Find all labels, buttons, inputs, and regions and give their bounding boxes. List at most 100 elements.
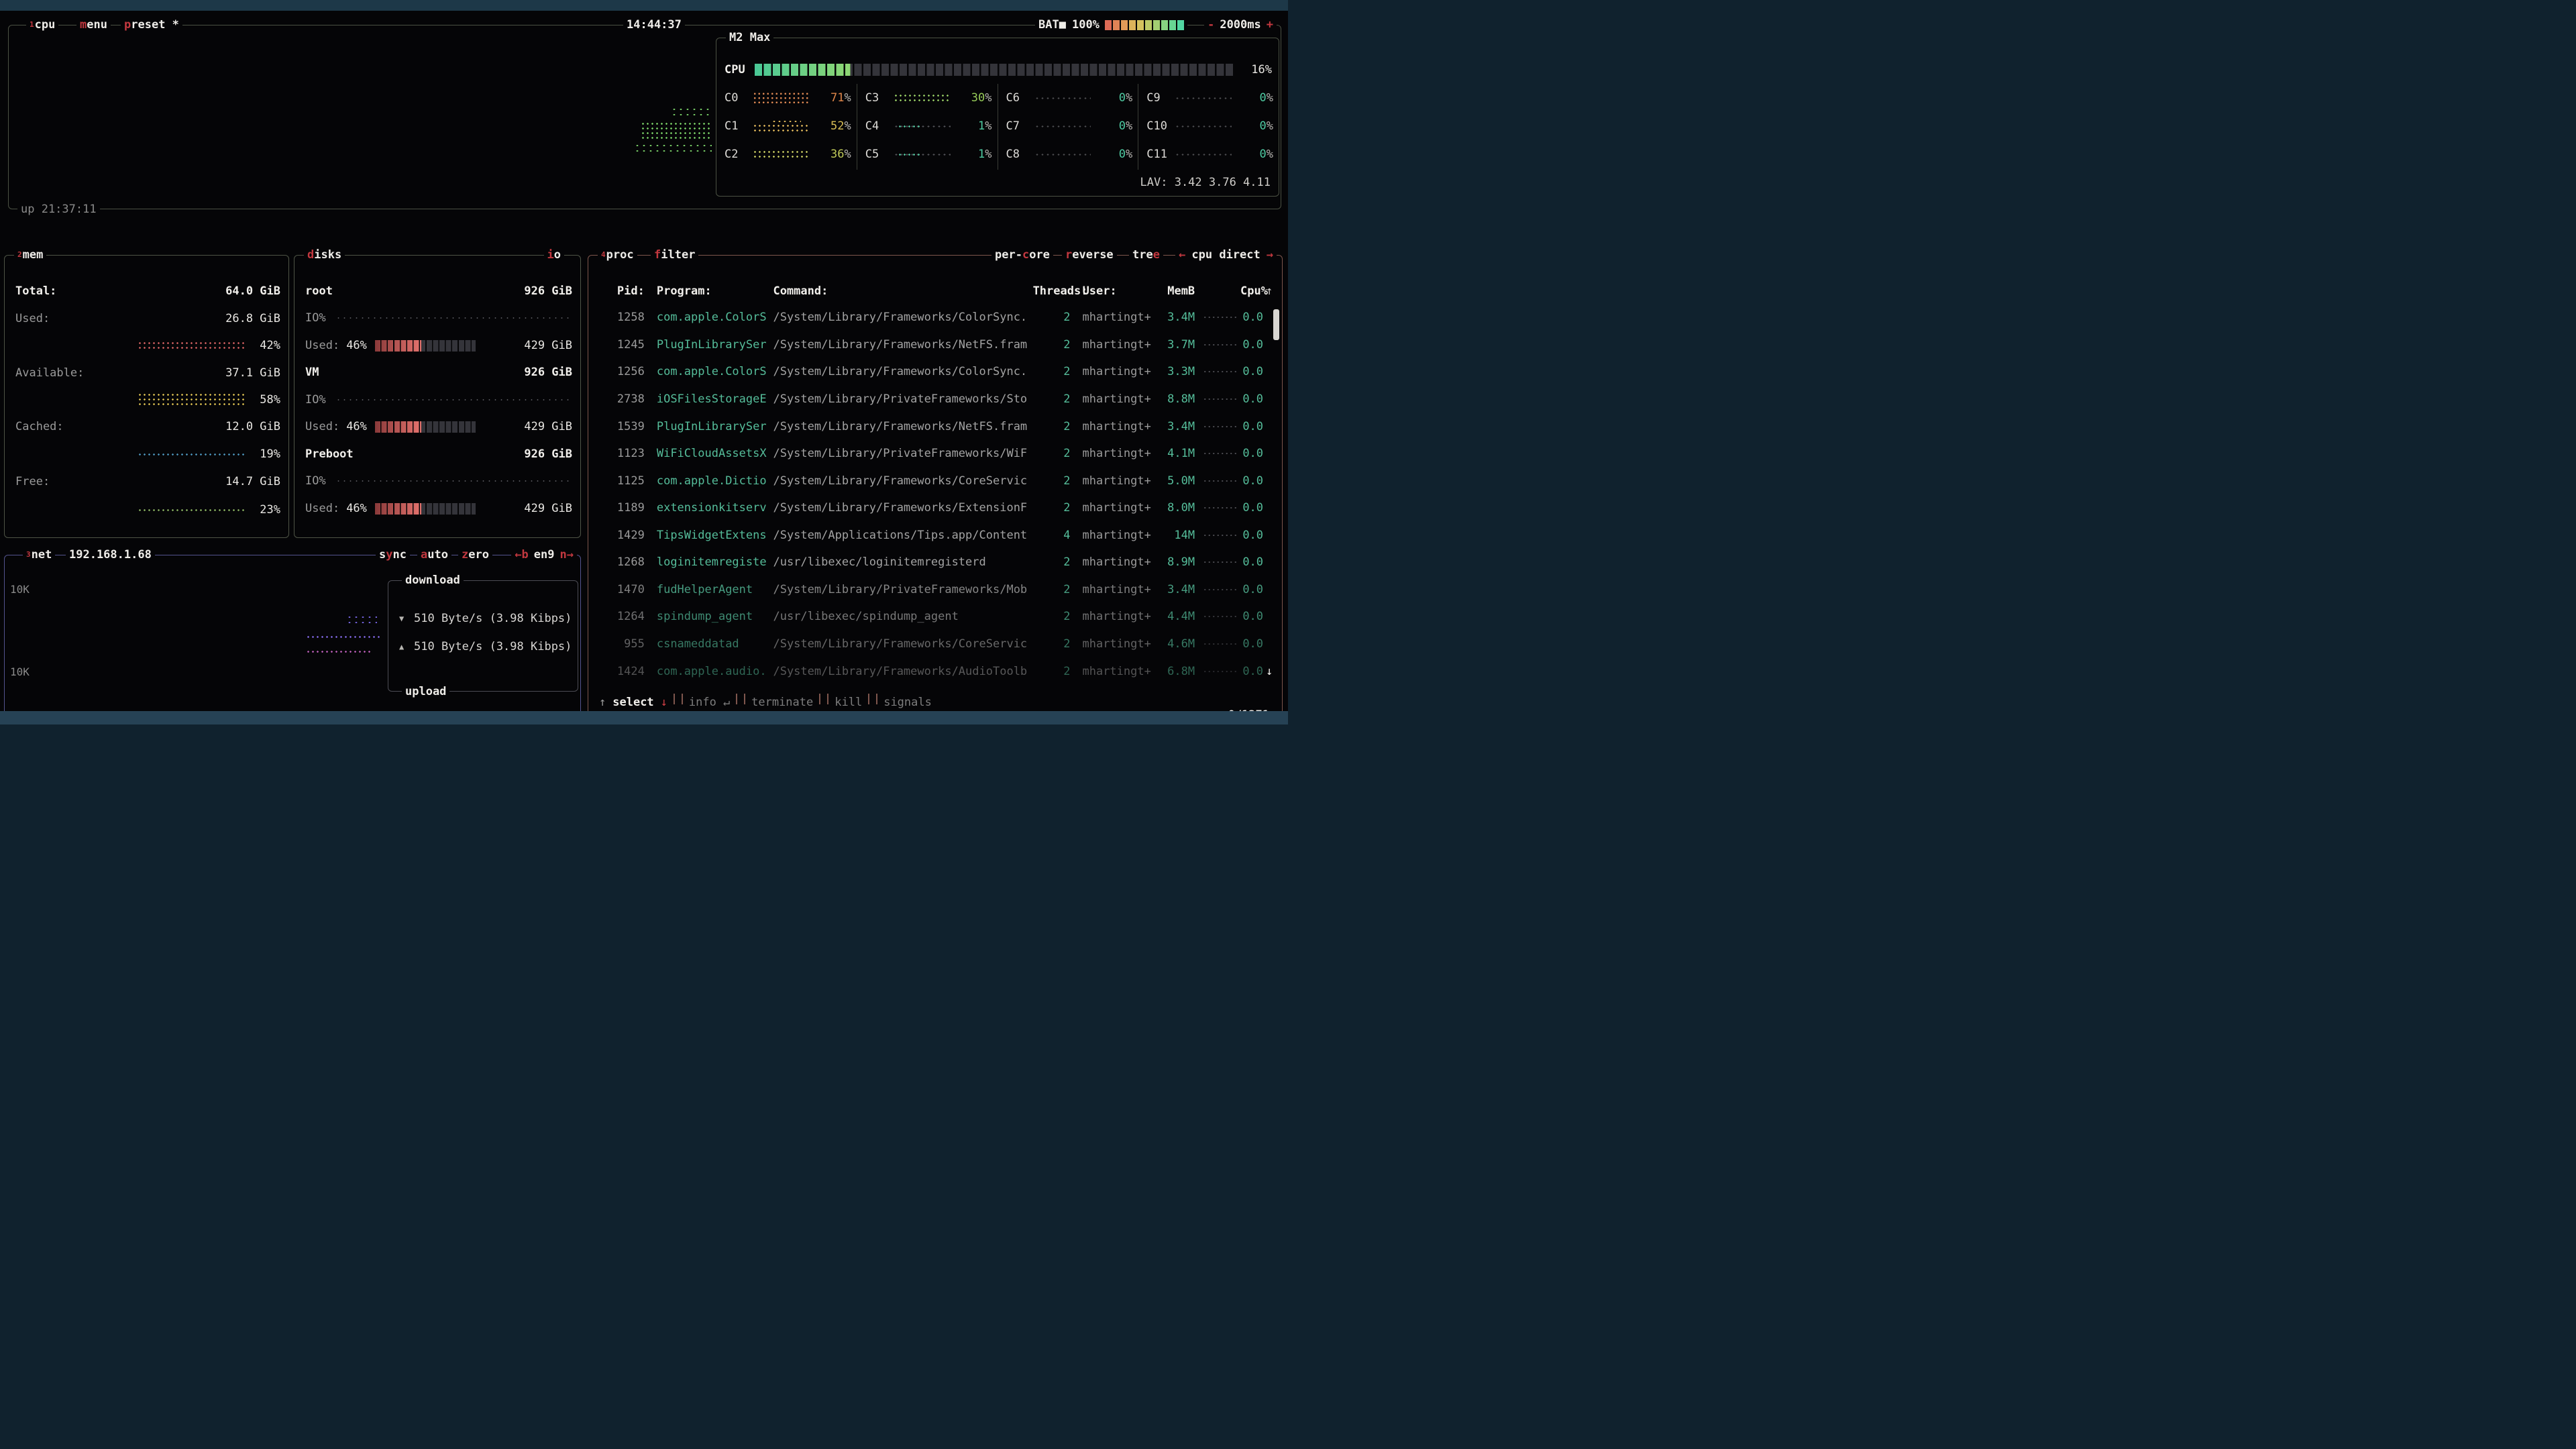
core-row: C236%: [716, 140, 857, 168]
process-program: TipsWidgetExtens: [657, 529, 771, 542]
desktop-strip-bottom: [0, 711, 1288, 724]
header-memb[interactable]: MemB: [1157, 284, 1195, 298]
process-row[interactable]: 1268 loginitemregiste /usr/libexec/login…: [599, 549, 1275, 576]
core-row: C100%: [1138, 112, 1279, 140]
process-row[interactable]: 955 csnameddatad /System/Library/Framewo…: [599, 631, 1275, 658]
net-sync-button[interactable]: sync: [376, 547, 410, 562]
proc-sort-next-button[interactable]: →: [1267, 248, 1273, 262]
process-cpu-meter: [1203, 669, 1239, 674]
process-user: mhartingt+: [1082, 610, 1157, 623]
interval-increase-button[interactable]: +: [1267, 17, 1273, 32]
header-user[interactable]: User:: [1083, 284, 1158, 298]
clock: 14:44:37: [623, 17, 685, 32]
net-zero-button[interactable]: zero: [458, 547, 492, 562]
mem-box-title[interactable]: 2mem: [14, 248, 46, 262]
disks-io-button[interactable]: io: [544, 248, 565, 262]
disks-box-title[interactable]: disks: [304, 248, 345, 262]
core-percent: 0%: [1238, 148, 1273, 161]
process-program: extensionkitserv: [657, 501, 771, 515]
cpu-box-title[interactable]: 1cpu: [26, 17, 58, 32]
net-box-title[interactable]: 3net: [23, 547, 55, 562]
battery-percent: 100%: [1072, 17, 1099, 32]
interval-decrease-button[interactable]: -: [1208, 17, 1214, 32]
kill-button[interactable]: kill: [835, 696, 862, 709]
disk-root-io-graph: [335, 316, 572, 320]
core-label: C0: [724, 91, 753, 105]
proc-reverse-button[interactable]: reverse: [1062, 248, 1117, 262]
process-row[interactable]: 1125 com.apple.Dictio /System/Library/Fr…: [599, 467, 1275, 494]
core-label: C4: [865, 119, 894, 133]
core-graph: [1034, 124, 1091, 129]
terminate-button[interactable]: terminate: [751, 696, 813, 709]
header-command[interactable]: Command:: [773, 284, 1031, 298]
disk-vm-io-graph: [335, 398, 572, 402]
process-scrollbar[interactable]: [1273, 309, 1279, 340]
core-graph: [753, 91, 810, 105]
process-row[interactable]: 1264 spindump_agent /usr/libexec/spindum…: [599, 603, 1275, 631]
proc-box-title[interactable]: 4proc: [598, 248, 637, 262]
upload-arrow-icon: ▲: [399, 642, 414, 651]
process-row[interactable]: 1189 extensionkitserv /System/Library/Fr…: [599, 494, 1275, 522]
process-user: mhartingt+: [1082, 474, 1157, 488]
process-row[interactable]: 1424 com.apple.audio. /System/Library/Fr…: [599, 657, 1275, 685]
disk-root-used-meter: [375, 340, 476, 352]
terminal-window: 1cpu menu preset * 14:44:37 BAT■ 100% - …: [0, 11, 1288, 711]
process-cpu-meter: [1203, 425, 1239, 429]
process-row[interactable]: 1470 fudHelperAgent /System/Library/Priv…: [599, 576, 1275, 604]
menu-button[interactable]: menu: [76, 17, 111, 32]
process-pid: 1125: [599, 474, 645, 488]
process-cpu: 0.0: [1240, 311, 1263, 324]
process-cpu: 0.0: [1240, 420, 1263, 433]
process-row[interactable]: 1123 WiFiCloudAssetsX /System/Library/Pr…: [599, 440, 1275, 468]
header-threads[interactable]: Threads:: [1033, 284, 1071, 298]
net-next-interface-button[interactable]: n→: [560, 547, 574, 562]
mem-available-meter-row: 58%: [15, 391, 280, 409]
process-row[interactable]: 1245 PlugInLibrarySer /System/Library/Fr…: [599, 331, 1275, 359]
core-label: C7: [1006, 119, 1034, 133]
preset-button[interactable]: preset *: [121, 17, 182, 32]
select-down-icon[interactable]: ↓: [661, 696, 667, 709]
battery-block: [1145, 20, 1152, 30]
process-cpu-meter: [1203, 533, 1239, 537]
proc-percore-button[interactable]: per-core: [991, 248, 1053, 262]
core-row: C071%: [716, 84, 857, 112]
process-threads: 2: [1033, 365, 1071, 378]
proc-tree-button[interactable]: tree: [1129, 248, 1163, 262]
process-cpu-meter: [1203, 451, 1239, 455]
mem-free-meter-row: 23%: [15, 501, 280, 519]
header-cpu[interactable]: Cpu%: [1240, 284, 1263, 298]
core-graph: [753, 150, 810, 159]
select-up-icon[interactable]: ↑: [599, 696, 606, 709]
process-row[interactable]: 1429 TipsWidgetExtens /System/Applicatio…: [599, 522, 1275, 549]
process-pid: 1268: [599, 555, 645, 569]
process-row[interactable]: 2738 iOSFilesStorageE /System/Library/Pr…: [599, 386, 1275, 413]
net-ip: 192.168.1.68: [66, 547, 155, 562]
core-percent: 0%: [1097, 119, 1132, 133]
process-threads: 4: [1033, 529, 1071, 542]
net-auto-button[interactable]: auto: [417, 547, 451, 562]
process-program: loginitemregiste: [657, 555, 771, 569]
header-program[interactable]: Program:: [657, 284, 771, 298]
proc-sort-prev-button[interactable]: ←: [1179, 248, 1185, 262]
process-mem: 3.4M: [1157, 420, 1195, 433]
net-prev-interface-button[interactable]: ←b: [515, 547, 528, 562]
process-row[interactable]: 1256 com.apple.ColorS /System/Library/Fr…: [599, 358, 1275, 386]
header-pid[interactable]: Pid:: [599, 284, 645, 298]
cpu-model: M2 Max: [726, 30, 773, 45]
process-row[interactable]: 1539 PlugInLibrarySer /System/Library/Fr…: [599, 413, 1275, 440]
mem-cached-row: Cached:12.0 GiB: [15, 418, 280, 435]
mem-cached-meter-row: 19%: [15, 445, 280, 463]
battery-block: [1113, 20, 1120, 30]
battery-meter: [1105, 20, 1184, 30]
core-graph: [1175, 96, 1232, 101]
core-graph: [894, 152, 951, 157]
process-threads: 2: [1033, 555, 1071, 569]
footer-bracket: [674, 694, 683, 704]
proc-filter-button[interactable]: filter: [651, 248, 698, 262]
uptime: up 21:37:11: [17, 202, 100, 217]
info-button[interactable]: info: [689, 696, 716, 709]
signals-button[interactable]: signals: [883, 696, 932, 709]
desktop-strip-top: [0, 0, 1288, 11]
process-program: com.apple.ColorS: [657, 311, 771, 324]
process-row[interactable]: 1258 com.apple.ColorS /System/Library/Fr…: [599, 304, 1275, 331]
